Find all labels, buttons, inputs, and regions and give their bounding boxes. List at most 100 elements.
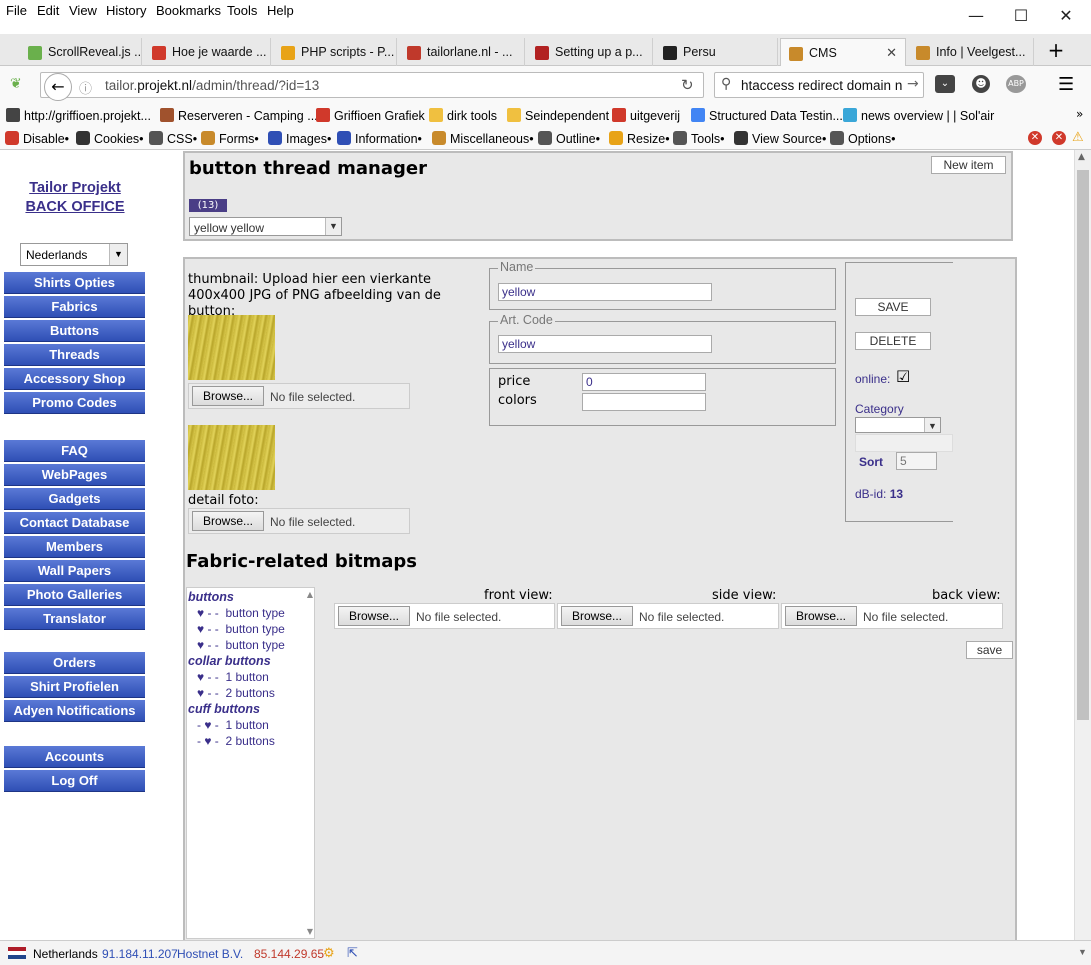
tree-item[interactable]: - ♥ - 2 buttons (197, 734, 275, 748)
thumbnail-file-input[interactable]: Browse... No file selected. (188, 383, 410, 409)
tree-item[interactable]: ♥ - - button type (197, 606, 285, 620)
menu-bookmarks[interactable]: Bookmarks (156, 3, 221, 18)
hamburger-menu-icon[interactable]: ☰ (1058, 74, 1074, 95)
logo-line2[interactable]: BACK OFFICE (0, 199, 150, 215)
sidebar-item-wall-papers[interactable]: Wall Papers (4, 560, 145, 582)
tab-1[interactable]: ScrollReveal.js ... (20, 38, 142, 66)
pocket-icon[interactable]: ⌄ (935, 75, 955, 93)
sidebar-item-photo-galleries[interactable]: Photo Galleries (4, 584, 145, 606)
tab-8[interactable]: Info | Veelgest... (908, 38, 1034, 66)
sidebar-item-buttons[interactable]: Buttons (4, 320, 145, 342)
sidebar-item-promo-codes[interactable]: Promo Codes (4, 392, 145, 414)
page-scrollbar[interactable]: ▲ (1074, 150, 1091, 940)
network-icon[interactable]: ⚙ (323, 945, 335, 961)
url-bar[interactable]: ⓘ tailor.projekt.nl/admin/thread/?id=13 … (40, 72, 704, 98)
site-info-icon[interactable]: ⓘ (79, 78, 92, 97)
menu-file[interactable]: File (6, 3, 27, 18)
maximize-icon[interactable]: ☐ (998, 2, 1044, 30)
close-window-icon[interactable]: ✕ (1043, 2, 1089, 30)
back-file-input[interactable]: Browse... No file selected. (781, 603, 1003, 629)
save-bitmaps-button[interactable]: save (966, 641, 1013, 659)
price-input[interactable]: 0 (582, 373, 706, 391)
bookmark-item[interactable]: Structured Data Testin... (691, 108, 843, 123)
webdev-menu-item[interactable]: Options• (830, 131, 895, 146)
sidebar-item-accounts[interactable]: Accounts (4, 746, 145, 768)
tree-category[interactable]: collar buttons (188, 654, 271, 668)
tab-6[interactable]: Persu (655, 38, 778, 66)
new-tab-icon[interactable]: + (1044, 38, 1068, 62)
tab-5[interactable]: Setting up a p... (527, 38, 653, 66)
webdev-menu-item[interactable]: Tools• (673, 131, 725, 146)
tree-category[interactable]: buttons (188, 590, 234, 604)
bookmark-item[interactable]: http://griffioen.projekt... (6, 108, 151, 123)
tab-3[interactable]: PHP scripts - P... (273, 38, 397, 66)
menu-history[interactable]: History (106, 3, 146, 18)
browse-button[interactable]: Browse... (192, 386, 264, 406)
sidebar-item-log-off[interactable]: Log Off (4, 770, 145, 792)
pointer-icon[interactable]: ⇱ (347, 945, 358, 961)
item-select[interactable]: yellow yellow ▼ (189, 217, 342, 236)
bookmark-item[interactable]: dirk tools (429, 108, 497, 123)
reload-icon[interactable]: ↻ (681, 76, 694, 94)
webdev-menu-item[interactable]: CSS• (149, 131, 197, 146)
sidebar-item-gadgets[interactable]: Gadgets (4, 488, 145, 510)
category-list[interactable] (855, 434, 953, 452)
colors-input[interactable] (582, 393, 706, 411)
save-button[interactable]: SAVE (855, 298, 931, 316)
smiley-icon[interactable]: ☻ (972, 75, 990, 93)
browse-button[interactable]: Browse... (338, 606, 410, 626)
sidebar-item-threads[interactable]: Threads (4, 344, 145, 366)
logo-line1[interactable]: Tailor Projekt (0, 180, 150, 196)
tree-item[interactable]: ♥ - - button type (197, 622, 285, 636)
scroll-down-icon[interactable]: ▼ (307, 927, 313, 936)
sidebar-item-adyen-notifications[interactable]: Adyen Notifications (4, 700, 145, 722)
tab-4[interactable]: tailorlane.nl - ... (399, 38, 525, 66)
bookmark-item[interactable]: uitgeverij (612, 108, 680, 123)
sidebar-item-fabrics[interactable]: Fabrics (4, 296, 145, 318)
arrow-right-icon[interactable]: → (907, 76, 919, 92)
sidebar-item-orders[interactable]: Orders (4, 652, 145, 674)
tree-item[interactable]: ♥ - - 1 button (197, 670, 269, 684)
webdev-menu-item[interactable]: Miscellaneous• (432, 131, 534, 146)
tree-list[interactable]: buttons ♥ - - button type ♥ - - button typ… (186, 587, 315, 939)
language-select[interactable]: Nederlands ▼ (20, 243, 128, 266)
tree-item[interactable]: ♥ - - 2 buttons (197, 686, 275, 700)
close-tab-icon[interactable]: ✕ (886, 45, 897, 61)
side-file-input[interactable]: Browse... No file selected. (557, 603, 779, 629)
browse-button[interactable]: Browse... (561, 606, 633, 626)
menu-tools[interactable]: Tools (227, 3, 257, 18)
tab-7[interactable]: CMS ✕ (780, 38, 906, 66)
webdev-menu-item[interactable]: Cookies• (76, 131, 144, 146)
sidebar-item-accessory-shop[interactable]: Accessory Shop (4, 368, 145, 390)
tree-item[interactable]: - ♥ - 1 button (197, 718, 269, 732)
tree-category[interactable]: cuff buttons (188, 702, 260, 716)
detail-file-input[interactable]: Browse... No file selected. (188, 508, 410, 534)
scroll-down-icon[interactable]: ▼ (1078, 947, 1087, 957)
delete-button[interactable]: DELETE (855, 332, 931, 350)
more-bookmarks-icon[interactable]: » (1076, 107, 1083, 121)
error-icon[interactable]: ✕ (1052, 131, 1066, 145)
sidebar-item-webpages[interactable]: WebPages (4, 464, 145, 486)
sidebar-item-translator[interactable]: Translator (4, 608, 145, 630)
warning-icon[interactable]: ⚠ (1072, 130, 1084, 145)
category-select[interactable]: ▼ (855, 417, 941, 433)
sort-input[interactable]: 5 (896, 452, 937, 470)
webdev-menu-item[interactable]: Forms• (201, 131, 259, 146)
scroll-up-icon[interactable]: ▲ (307, 590, 313, 599)
webdev-menu-item[interactable]: Images• (268, 131, 331, 146)
sidebar-item-faq[interactable]: FAQ (4, 440, 145, 462)
sidebar-item-shirt-profielen[interactable]: Shirt Profielen (4, 676, 145, 698)
name-input[interactable]: yellow (498, 283, 712, 301)
browse-button[interactable]: Browse... (192, 511, 264, 531)
sidebar-item-shirts-opties[interactable]: Shirts Opties (4, 272, 145, 294)
bookmark-item[interactable]: Seindependent (507, 108, 609, 123)
webdev-menu-item[interactable]: Resize• (609, 131, 670, 146)
webdev-menu-item[interactable]: View Source• (734, 131, 826, 146)
error-icon[interactable]: ✕ (1028, 131, 1042, 145)
online-checkbox[interactable]: ☑ (896, 367, 910, 386)
webdev-menu-item[interactable]: Information• (337, 131, 422, 146)
webdev-menu-item[interactable]: Disable• (5, 131, 69, 146)
minimize-icon[interactable]: — (953, 2, 999, 30)
search-bar[interactable]: ⚲ htaccess redirect domain n → (714, 72, 924, 98)
menu-help[interactable]: Help (267, 3, 294, 18)
